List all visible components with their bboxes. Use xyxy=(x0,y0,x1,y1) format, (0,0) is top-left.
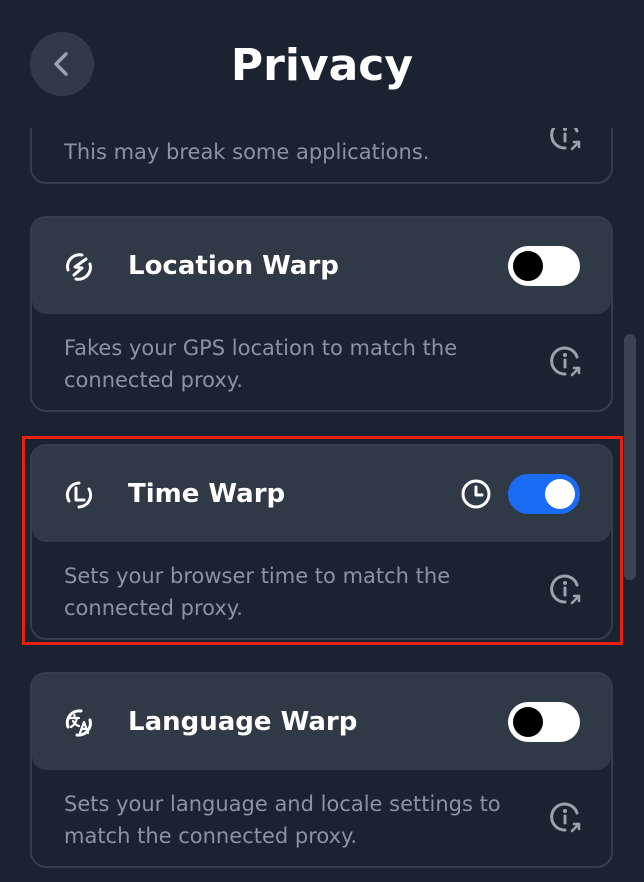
description-line: connected proxy. xyxy=(64,596,243,620)
time-warp-title: Time Warp xyxy=(128,479,286,509)
location-warp-toggle[interactable] xyxy=(508,246,580,286)
language-warp-card: Language Warp Sets your language and loc… xyxy=(30,672,613,868)
location-warp-icon xyxy=(62,250,96,284)
description-line: Fakes your GPS location to match the xyxy=(64,336,458,360)
info-icon[interactable] xyxy=(548,344,582,378)
language-warp-description: Sets your language and locale settings t… xyxy=(64,788,514,852)
description-line: match the connected proxy. xyxy=(64,824,358,848)
card-description: This may break some applications. xyxy=(64,136,484,168)
page-header: Privacy xyxy=(0,0,644,128)
description-line: connected proxy. xyxy=(64,368,243,392)
location-warp-header: Location Warp xyxy=(32,218,611,314)
time-warp-card: Time Warp Sets your browser time to matc… xyxy=(30,444,613,640)
language-warp-toggle[interactable] xyxy=(508,702,580,742)
privacy-settings-list[interactable]: This may break some applications. Locati xyxy=(0,0,644,882)
clock-icon[interactable] xyxy=(460,478,492,510)
location-warp-card: Location Warp Fakes your GPS location to… xyxy=(30,216,613,412)
toggle-knob xyxy=(513,251,543,281)
info-icon[interactable] xyxy=(548,572,582,606)
description-line: Sets your browser time to match the xyxy=(64,564,451,588)
toggle-knob xyxy=(545,479,575,509)
language-warp-title: Language Warp xyxy=(128,707,358,737)
info-icon[interactable] xyxy=(548,800,582,834)
location-warp-description: Fakes your GPS location to match the con… xyxy=(64,332,484,396)
scrollbar[interactable] xyxy=(624,334,636,580)
time-warp-header: Time Warp xyxy=(32,446,611,542)
description-line: Sets your language and locale settings t… xyxy=(64,792,501,816)
time-warp-description: Sets your browser time to match the conn… xyxy=(64,560,484,624)
language-warp-header: Language Warp xyxy=(32,674,611,770)
card-description-text: This may break some applications. xyxy=(64,140,430,164)
time-warp-toggle[interactable] xyxy=(508,474,580,514)
toggle-knob xyxy=(513,707,543,737)
location-warp-title: Location Warp xyxy=(128,251,339,281)
time-warp-icon xyxy=(62,478,96,512)
page-title: Privacy xyxy=(230,40,414,91)
language-warp-icon xyxy=(62,706,96,740)
